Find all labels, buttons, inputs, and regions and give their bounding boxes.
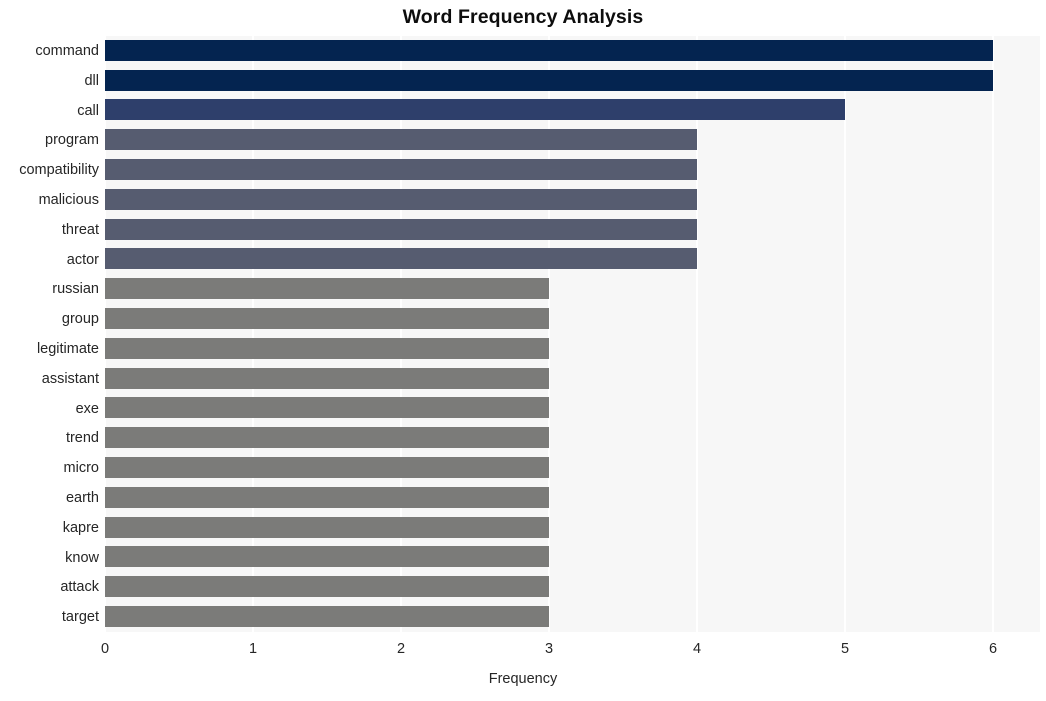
bar-group: [105, 307, 549, 329]
bar-row: [105, 364, 1040, 394]
x-tick-label-2: 2: [396, 641, 406, 657]
y-tick-label-compatibility: compatibility: [19, 162, 99, 179]
bar-legitimate: [105, 337, 549, 359]
y-axis: command dll call program compatibility malici…: [0, 36, 99, 632]
bar-row: [105, 125, 1040, 155]
plot-area: [105, 36, 1040, 632]
bar-program: [105, 129, 697, 151]
x-axis: 0 1 2 3 4 5 6: [101, 632, 1040, 662]
bar-row: [105, 423, 1040, 453]
bar-row: [105, 513, 1040, 543]
y-tick-label-trend: trend: [65, 430, 99, 447]
chart-title: Word Frequency Analysis: [402, 6, 644, 28]
bar-command: [105, 39, 993, 61]
bar-row: [105, 453, 1040, 483]
bar-actor: [105, 248, 697, 270]
y-tick-label-legitimate: legitimate: [36, 340, 99, 357]
y-tick-label-malicious: malicious: [38, 191, 99, 208]
bar-row: [105, 274, 1040, 304]
y-tick-label-threat: threat: [61, 221, 99, 238]
bar-trend: [105, 427, 549, 449]
bar-micro: [105, 456, 549, 478]
bar-kapre: [105, 516, 549, 538]
word-frequency-chart: Word Frequency Analysis command dll call pr…: [0, 0, 1046, 701]
y-tick-label-dll: dll: [84, 72, 99, 89]
bar-row: [105, 602, 1040, 632]
bar-row: [105, 36, 1040, 66]
bar-row: [105, 394, 1040, 424]
x-tick-label-5: 5: [840, 641, 850, 657]
bar-russian: [105, 278, 549, 300]
bar-attack: [105, 576, 549, 598]
x-tick-label-0: 0: [100, 641, 110, 657]
bar-row: [105, 215, 1040, 245]
bar-row: [105, 155, 1040, 185]
bar-exe: [105, 397, 549, 419]
bar-know: [105, 546, 549, 568]
bar-assistant: [105, 367, 549, 389]
bar-compatibility: [105, 158, 697, 180]
bar-row: [105, 334, 1040, 364]
bar-row: [105, 572, 1040, 602]
bar-dll: [105, 69, 993, 91]
y-tick-label-attack: attack: [60, 579, 99, 596]
y-tick-label-micro: micro: [63, 460, 99, 477]
y-tick-label-know: know: [65, 549, 99, 566]
y-tick-label-earth: earth: [65, 489, 99, 506]
y-tick-label-assistant: assistant: [41, 370, 99, 387]
bar-malicious: [105, 188, 697, 210]
x-tick-label-4: 4: [692, 641, 702, 657]
bar-earth: [105, 486, 549, 508]
y-tick-label-program: program: [45, 132, 99, 149]
y-tick-label-exe: exe: [75, 400, 99, 417]
bar-row: [105, 185, 1040, 215]
bar-call: [105, 99, 845, 121]
y-tick-label-command: command: [35, 42, 99, 59]
x-tick-label-1: 1: [248, 641, 258, 657]
bar-threat: [105, 218, 697, 240]
bar-row: [105, 483, 1040, 513]
x-tick-label-3: 3: [544, 641, 554, 657]
bar-row: [105, 66, 1040, 96]
y-tick-label-actor: actor: [66, 251, 99, 268]
bar-row: [105, 96, 1040, 126]
y-tick-label-call: call: [77, 102, 99, 119]
y-tick-label-russian: russian: [52, 281, 99, 298]
bar-row: [105, 304, 1040, 334]
x-axis-title: Frequency: [488, 671, 558, 687]
y-tick-label-target: target: [61, 609, 99, 626]
y-tick-label-group: group: [61, 311, 99, 328]
bar-row: [105, 245, 1040, 275]
bar-target: [105, 605, 549, 627]
y-tick-label-kapre: kapre: [62, 519, 99, 536]
x-tick-label-6: 6: [988, 641, 998, 657]
bar-row: [105, 543, 1040, 573]
